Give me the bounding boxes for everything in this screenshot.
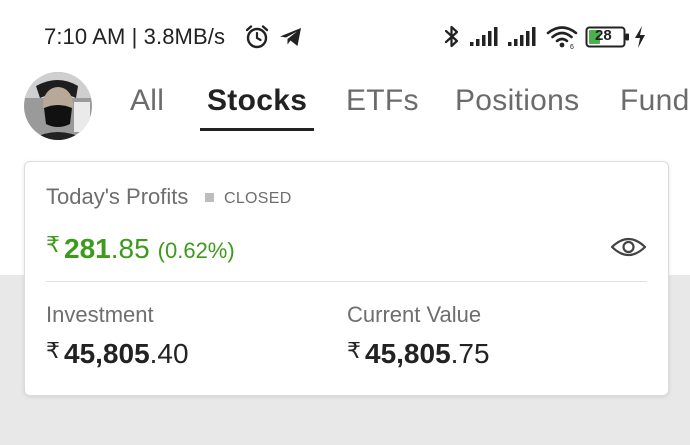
investment-label: Investment (46, 302, 154, 327)
current-value-value: ₹45,805.75 (347, 338, 490, 370)
market-status-indicator (205, 193, 214, 202)
tab-funds[interactable]: Fund (620, 84, 690, 118)
alarm-icon (245, 25, 269, 49)
current-value-decimal: .75 (450, 338, 490, 369)
investment-value: ₹45,805.40 (46, 338, 189, 370)
tab-stocks[interactable]: Stocks (207, 84, 307, 118)
tab-etfs[interactable]: ETFs (346, 84, 419, 118)
todays-profits-label: Today's Profits (46, 184, 189, 209)
status-time: 7:10 AM | 3.8MB/s (44, 24, 226, 49)
portfolio-summary-card: Today's Profits CLOSED ₹281.85 (0.62%) In… (24, 161, 669, 396)
profit-amount-whole: 281 (64, 233, 111, 264)
investment-whole: 45,805 (64, 338, 150, 369)
eye-icon[interactable] (610, 235, 647, 259)
investment-decimal: .40 (149, 338, 189, 369)
tab-all[interactable]: All (130, 84, 164, 118)
active-tab-indicator (200, 128, 314, 131)
status-bar: 7:10 AM | 3.8MB/s 6 28 (0, 0, 690, 72)
bluetooth-icon (444, 25, 459, 48)
profit-percent: (0.62%) (157, 238, 235, 263)
telegram-icon (280, 28, 301, 46)
rupee-symbol: ₹ (46, 232, 60, 257)
tab-bar: All Stocks ETFs Positions Fund (0, 72, 690, 142)
tab-positions[interactable]: Positions (455, 84, 579, 118)
profit-amount-decimal: .85 (110, 233, 150, 264)
todays-profit-value: ₹281.85 (0.62%) (46, 232, 235, 265)
charging-icon (635, 26, 645, 48)
card-divider (46, 281, 647, 282)
market-status-label: CLOSED (224, 190, 292, 207)
rupee-symbol: ₹ (46, 338, 60, 363)
rupee-symbol: ₹ (347, 338, 361, 363)
signal-icon (470, 27, 498, 46)
current-value-label: Current Value (347, 302, 482, 327)
wifi-icon: 6 (546, 26, 578, 50)
battery-level: 28 (595, 27, 612, 44)
signal-icon (508, 27, 536, 46)
svg-text:6: 6 (570, 44, 574, 50)
current-value-whole: 45,805 (365, 338, 451, 369)
